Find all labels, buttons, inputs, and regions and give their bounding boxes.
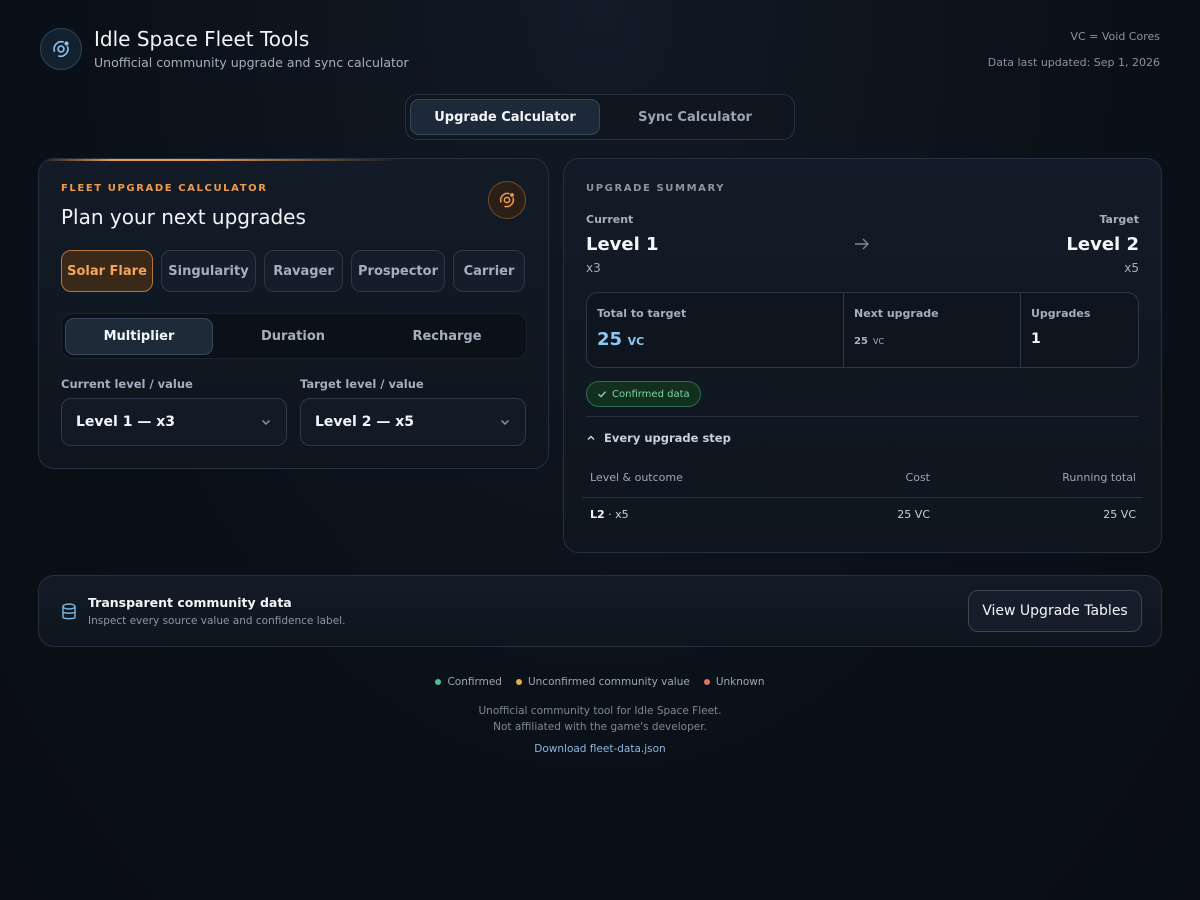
row-running-total: 25 VC — [1103, 508, 1136, 521]
legend-dot — [435, 679, 442, 685]
current-level: Level 1 — [586, 234, 659, 255]
community-subtitle: Inspect every source value and confidenc… — [88, 615, 346, 627]
tab-upgrade-calculator[interactable]: Upgrade Calculator — [410, 99, 600, 135]
download-row: Download fleet-data.json — [0, 743, 1200, 755]
current-level-select[interactable]: Level 1 — x3 — [61, 398, 287, 446]
upgrades-label: Upgrades — [1031, 307, 1091, 320]
next-unit: VC — [873, 337, 885, 346]
divider — [586, 416, 1139, 417]
current-multiplier: x3 — [586, 261, 601, 275]
next-upgrade-value: 25 VC — [854, 329, 884, 348]
arrow-right-icon — [855, 238, 869, 250]
row-level: L2 — [590, 508, 605, 521]
target-multiplier: x5 — [1124, 261, 1139, 275]
accent-line — [39, 159, 399, 161]
chevron-down-icon — [261, 419, 271, 426]
current-label: Current — [586, 213, 634, 226]
row-outcome: · x5 — [604, 508, 629, 521]
total-amount: 25 — [597, 329, 623, 350]
stat-multiplier[interactable]: Multiplier — [65, 318, 213, 355]
chevron-down-icon — [500, 419, 510, 426]
total-label: Total to target — [597, 307, 687, 320]
col-header-cost: Cost — [905, 471, 930, 484]
next-amount: 25 — [854, 336, 868, 347]
calculator-eyebrow: FLEET UPGRADE CALCULATOR — [61, 183, 268, 194]
col-header-level: Level & outcome — [590, 471, 683, 484]
table-divider — [582, 497, 1143, 498]
legend-unknown: Unknown — [703, 676, 765, 688]
tab-sync-calculator[interactable]: Sync Calculator — [600, 99, 790, 135]
legend-label: Confirmed — [447, 676, 502, 688]
legend-label: Unknown — [715, 676, 765, 688]
database-icon — [62, 603, 76, 620]
badge-label: Confirmed data — [612, 388, 690, 400]
status-badge: Confirmed data — [586, 381, 701, 407]
table-row-level: L2 · x5 — [590, 508, 629, 521]
upgrade-steps-toggle[interactable]: Every upgrade step — [586, 431, 731, 445]
stat-recharge[interactable]: Recharge — [373, 318, 521, 355]
upgrade-summary-card: UPGRADE SUMMARY Current Level 1 x3 Targe… — [563, 158, 1162, 553]
current-level-value: Level 1 — x3 — [76, 414, 175, 430]
check-icon — [598, 391, 607, 398]
ship-chip-carrier[interactable]: Carrier — [453, 250, 525, 292]
orbit-icon — [53, 40, 69, 58]
summary-stats: Total to target 25 VC Next upgrade 25 VC… — [586, 292, 1139, 368]
app-logo — [40, 28, 82, 70]
fleet-icon-badge — [488, 181, 526, 219]
app-subtitle: Unofficial community upgrade and sync ca… — [94, 55, 409, 70]
total-value: 25 VC — [597, 329, 644, 350]
orbit-icon — [499, 192, 515, 208]
row-cost: 25 VC — [897, 508, 930, 521]
ship-chip-singularity[interactable]: Singularity — [161, 250, 256, 292]
chevron-up-icon — [587, 435, 595, 441]
stat-duration[interactable]: Duration — [219, 318, 367, 355]
calculator-title: Plan your next upgrades — [61, 205, 306, 229]
stat-divider — [843, 293, 844, 367]
last-updated: Data last updated: Sep 1, 2026 — [987, 56, 1160, 69]
currency-note: VC = Void Cores — [1070, 30, 1160, 43]
ship-chip-solar-flare[interactable]: Solar Flare — [61, 250, 153, 292]
community-data-card: Transparent community data Inspect every… — [38, 575, 1162, 647]
stat-selector: Multiplier Duration Recharge — [61, 313, 527, 359]
community-title: Transparent community data — [88, 595, 292, 610]
legend-unconfirmed: Unconfirmed community value — [515, 676, 690, 688]
stat-divider — [1020, 293, 1021, 367]
app-title: Idle Space Fleet Tools — [94, 27, 310, 51]
legend-dot — [703, 679, 710, 685]
legend-confirmed: Confirmed — [435, 676, 502, 688]
total-unit: VC — [627, 335, 645, 348]
upgrades-count: 1 — [1031, 331, 1041, 347]
col-header-running-total: Running total — [1062, 471, 1136, 484]
legend-label: Unconfirmed community value — [527, 676, 690, 688]
confidence-legend: Confirmed Unconfirmed community value Un… — [0, 676, 1200, 688]
target-level-select[interactable]: Level 2 — x5 — [300, 398, 526, 446]
disclaimer-line-1: Unofficial community tool for Idle Space… — [478, 705, 722, 717]
upgrade-calculator-card: FLEET UPGRADE CALCULATOR Plan your next … — [38, 158, 549, 469]
disclaimer-line-2: Not affiliated with the game's developer… — [493, 721, 707, 733]
next-upgrade-label: Next upgrade — [854, 307, 939, 320]
legend-dot — [515, 679, 522, 685]
summary-eyebrow: UPGRADE SUMMARY — [586, 183, 726, 194]
download-data-link[interactable]: Download fleet-data.json — [534, 743, 665, 755]
target-level-label: Target level / value — [300, 377, 424, 391]
ship-chip-ravager[interactable]: Ravager — [264, 250, 343, 292]
steps-toggle-label: Every upgrade step — [604, 431, 731, 445]
view-upgrade-tables-button[interactable]: View Upgrade Tables — [968, 590, 1142, 632]
current-level-label: Current level / value — [61, 377, 193, 391]
main-tabs: Upgrade Calculator Sync Calculator — [405, 94, 795, 140]
target-level: Level 2 — [1066, 234, 1139, 255]
ship-chip-prospector[interactable]: Prospector — [351, 250, 445, 292]
target-label: Target — [1099, 213, 1139, 226]
target-level-value: Level 2 — x5 — [315, 414, 414, 430]
